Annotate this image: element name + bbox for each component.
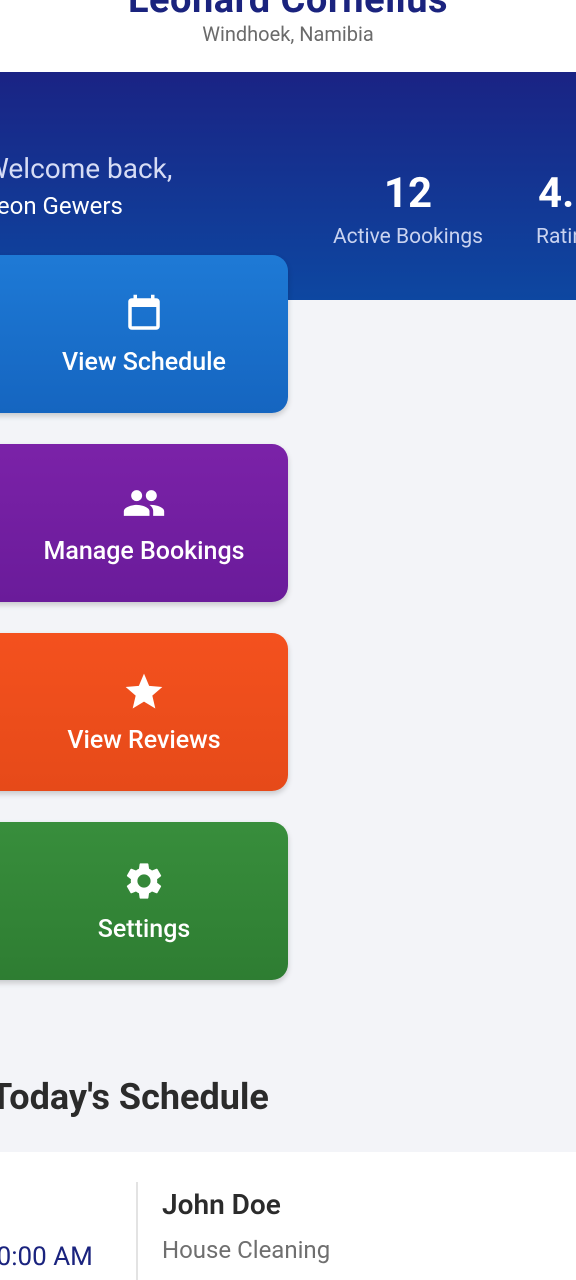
profile-header: Leonard Cornelius Windhoek, Namibia [0,0,576,72]
schedule-item[interactable]: 10:00 AM John Doe House Cleaning [0,1152,576,1280]
stat-value: 12 [383,169,433,218]
schedule-divider [136,1182,138,1280]
welcome-block: Welcome back, Leon Gewers [0,152,172,226]
button-label: View Schedule [62,347,226,377]
stat-label: Rating [536,225,576,249]
stat-value: 4. [538,169,575,218]
star-icon [122,670,166,714]
schedule-time: 10:00 AM [0,1242,93,1272]
schedule-client-name: John Doe [162,1188,281,1221]
settings-button[interactable]: Settings [0,822,288,980]
manage-bookings-button[interactable]: Manage Bookings [0,444,288,602]
button-label: Manage Bookings [43,536,245,566]
todays-schedule-title: Today's Schedule [0,1076,269,1118]
schedule-service: House Cleaning [162,1236,331,1264]
stat-active-bookings: 12 Active Bookings [325,170,491,252]
stat-label: Active Bookings [332,225,484,249]
people-icon [122,481,166,525]
view-schedule-button[interactable]: View Schedule [0,255,288,413]
welcome-greeting: Welcome back, [0,152,173,185]
stat-rating: 4. Rating [520,170,576,252]
button-label: View Reviews [67,725,221,755]
calendar-icon [122,292,166,336]
provider-dashboard: Leonard Cornelius Windhoek, Namibia Welc… [0,0,576,1280]
view-reviews-button[interactable]: View Reviews [0,633,288,791]
profile-name: Leonard Cornelius [127,0,449,22]
button-label: Settings [97,914,191,944]
welcome-user-name: Leon Gewers [0,192,123,220]
gear-icon [122,859,166,903]
profile-location: Windhoek, Namibia [202,22,374,46]
